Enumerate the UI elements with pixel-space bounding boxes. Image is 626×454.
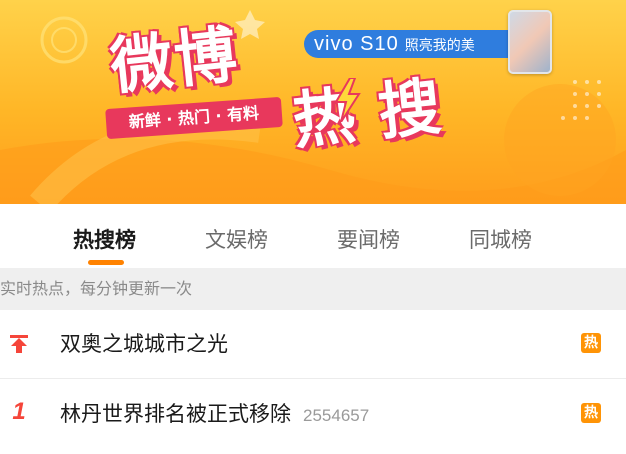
ranking-tabs: 热搜榜 文娱榜 要闻榜 同城榜: [0, 204, 626, 268]
pin-top-icon: [10, 335, 28, 353]
vivo-ad-badge[interactable]: vivo S10 照亮我的美: [304, 30, 512, 58]
active-tab-indicator: [88, 260, 124, 265]
phone-icon: [508, 10, 552, 74]
hot-badge: 热: [581, 333, 601, 353]
tab-entertainment[interactable]: 文娱榜: [205, 224, 268, 254]
tab-local[interactable]: 同城榜: [469, 224, 532, 254]
lightning-icon: [334, 78, 361, 122]
ad-brand-text: vivo S10: [314, 33, 399, 55]
list-item[interactable]: 双奥之城城市之光 热: [0, 310, 626, 378]
hot-search-banner[interactable]: 微博 热搜 新鲜 · 热门 · 有料 vivo S10 照亮我的美: [0, 0, 626, 204]
update-info-text: 实时热点，每分钟更新一次: [0, 268, 626, 310]
list-item-title-text: 林丹世界排名被正式移除: [60, 402, 291, 426]
list-item-title: 双奥之城城市之光: [60, 328, 228, 358]
tab-news[interactable]: 要闻榜: [337, 224, 400, 254]
list-item-title: 林丹世界排名被正式移除 2554657: [60, 398, 369, 428]
list-item[interactable]: 1 林丹世界排名被正式移除 2554657 热: [0, 380, 626, 448]
heat-count: 2554657: [303, 406, 370, 425]
tab-hot-search[interactable]: 热搜榜: [73, 224, 136, 254]
list-item-title-text: 双奥之城城市之光: [60, 332, 228, 356]
ad-slogan-text: 照亮我的美: [404, 38, 475, 54]
hot-badge: 热: [581, 403, 601, 423]
banner-title-resou: 热搜: [289, 67, 468, 158]
banner-title-weibo: 微博: [107, 17, 243, 104]
row-divider: [0, 378, 626, 379]
rank-number: 1: [12, 398, 26, 425]
